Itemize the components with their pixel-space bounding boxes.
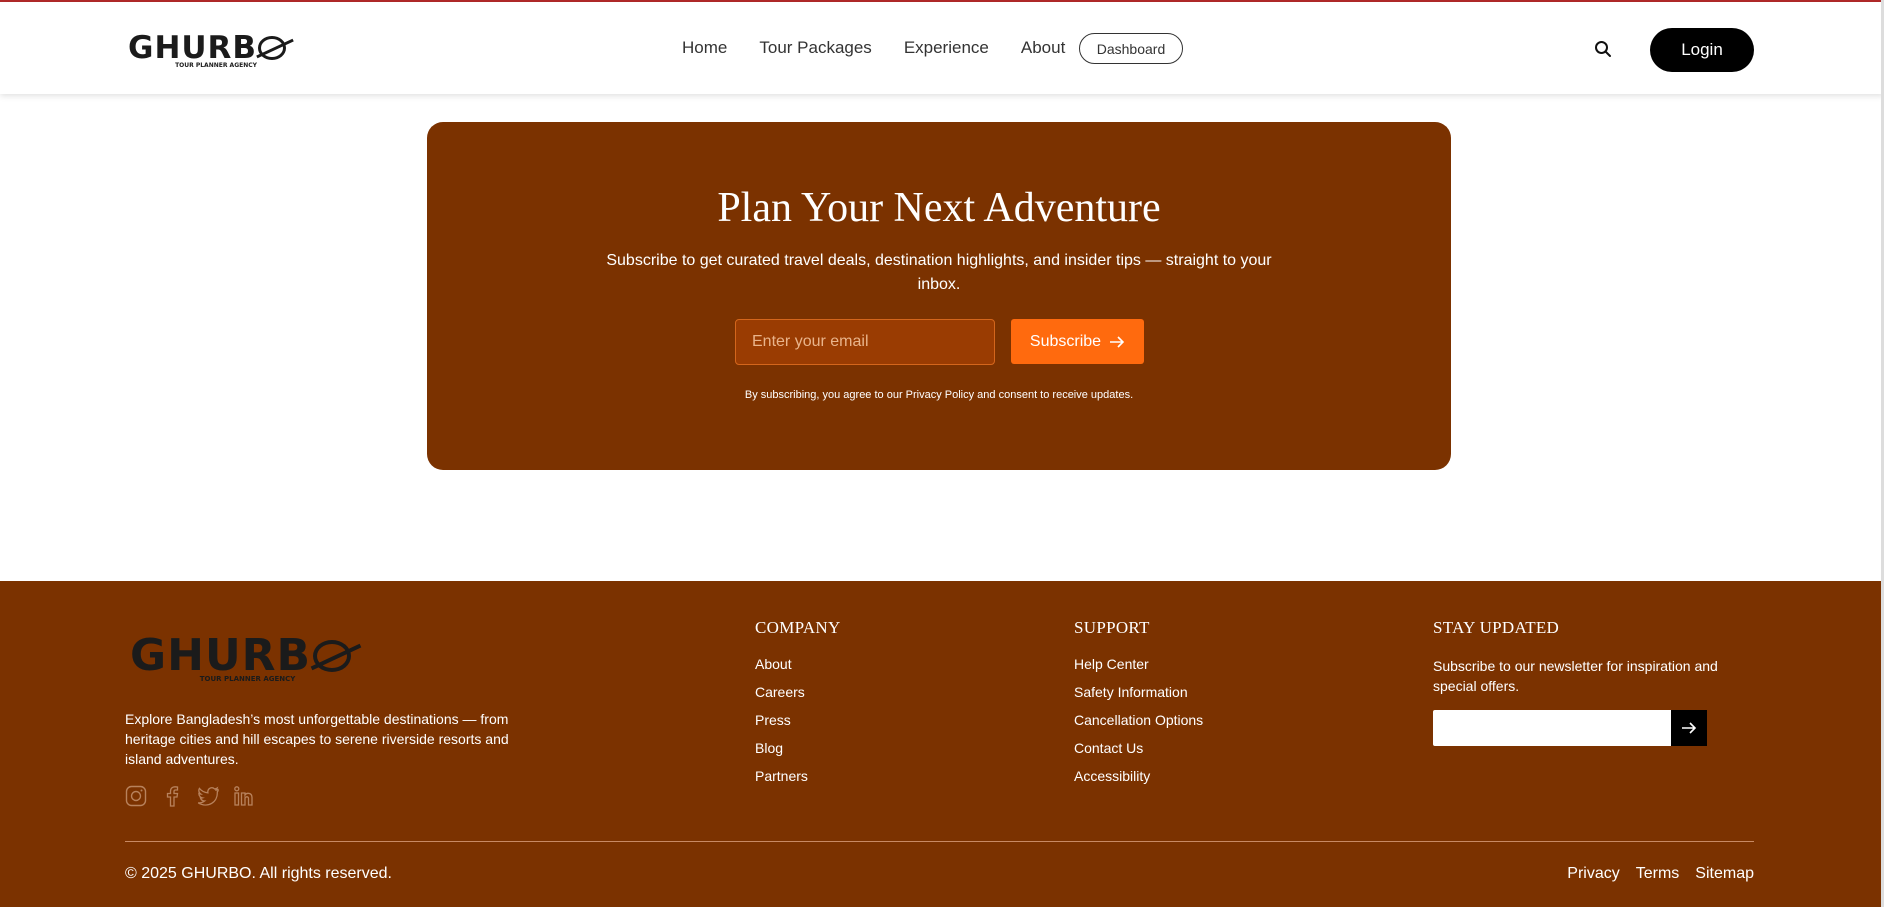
header-logo[interactable]: GHURB TOUR PLANNER AGENCY [128,32,287,69]
facebook-icon[interactable] [161,785,183,807]
instagram-icon[interactable] [125,785,147,807]
globe-icon [258,36,287,60]
main-nav: Home Tour Packages Experience About [682,38,1097,58]
dashboard-button[interactable]: Dashboard [1079,33,1183,64]
footer-link-cancellation-options[interactable]: Cancellation Options [1074,712,1203,728]
footer-link-contact-us[interactable]: Contact Us [1074,740,1203,756]
nav-experience[interactable]: Experience [904,38,989,58]
newsletter-title: Plan Your Next Adventure [717,185,1161,231]
footer-link-partners[interactable]: Partners [755,768,841,784]
footer-support-column: SUPPORT Help Center Safety Information C… [1074,618,1203,796]
login-button[interactable]: Login [1650,28,1754,72]
site-footer: GHURB TOUR PLANNER AGENCY Explore Bangla… [0,581,1884,907]
footer-subscribe-button[interactable] [1671,710,1707,746]
newsletter-legal: By subscribing, you agree to our Privacy… [744,389,1134,401]
nav-tour-packages[interactable]: Tour Packages [759,38,871,58]
stay-updated-text: Subscribe to our newsletter for inspirat… [1433,658,1718,694]
company-heading: COMPANY [755,618,841,637]
footer-email-input[interactable] [1433,710,1672,746]
copyright-text: © 2025 GHURBO. All rights reserved. [125,865,392,882]
footer-link-sitemap[interactable]: Sitemap [1695,865,1754,883]
newsletter-subtitle: Subscribe to get curated travel deals, d… [606,252,1272,293]
globe-icon [313,640,352,672]
nav-about[interactable]: About [1021,38,1065,58]
nav-home[interactable]: Home [682,38,727,58]
footer-divider [125,841,1754,842]
twitter-icon[interactable] [197,785,219,807]
footer-company-column: COMPANY About Careers Press Blog Partner… [755,618,841,796]
arrow-right-icon [1110,335,1125,348]
subscribe-button[interactable]: Subscribe [1011,319,1144,364]
footer-link-press[interactable]: Press [755,712,841,728]
social-links [125,785,255,807]
footer-link-accessibility[interactable]: Accessibility [1074,768,1203,784]
footer-link-about[interactable]: About [755,656,841,672]
footer-legal-links: Privacy Terms Sitemap [1567,865,1754,883]
footer-link-terms[interactable]: Terms [1636,865,1680,883]
site-header: GHURB TOUR PLANNER AGENCY Home Tour Pack… [0,2,1884,94]
newsletter-card: Plan Your Next Adventure Subscribe to ge… [427,122,1451,470]
newsletter-email-input[interactable] [735,319,995,365]
linkedin-icon[interactable] [233,785,255,807]
subscribe-label: Subscribe [1029,332,1102,350]
footer-link-help-center[interactable]: Help Center [1074,656,1203,672]
footer-logo[interactable]: GHURB TOUR PLANNER AGENCY [130,633,352,683]
support-heading: SUPPORT [1074,618,1150,637]
footer-about-text: Explore Bangladesh’s most unforgettable … [125,711,509,767]
footer-stay-updated-column: STAY UPDATED Subscribe to our newsletter… [1433,618,1733,696]
footer-link-privacy[interactable]: Privacy [1567,865,1619,883]
footer-link-blog[interactable]: Blog [755,740,841,756]
footer-link-safety-information[interactable]: Safety Information [1074,684,1203,700]
search-icon[interactable] [1594,40,1612,58]
stay-updated-heading: STAY UPDATED [1433,618,1560,637]
arrow-right-icon [1682,722,1697,734]
footer-link-careers[interactable]: Careers [755,684,841,700]
